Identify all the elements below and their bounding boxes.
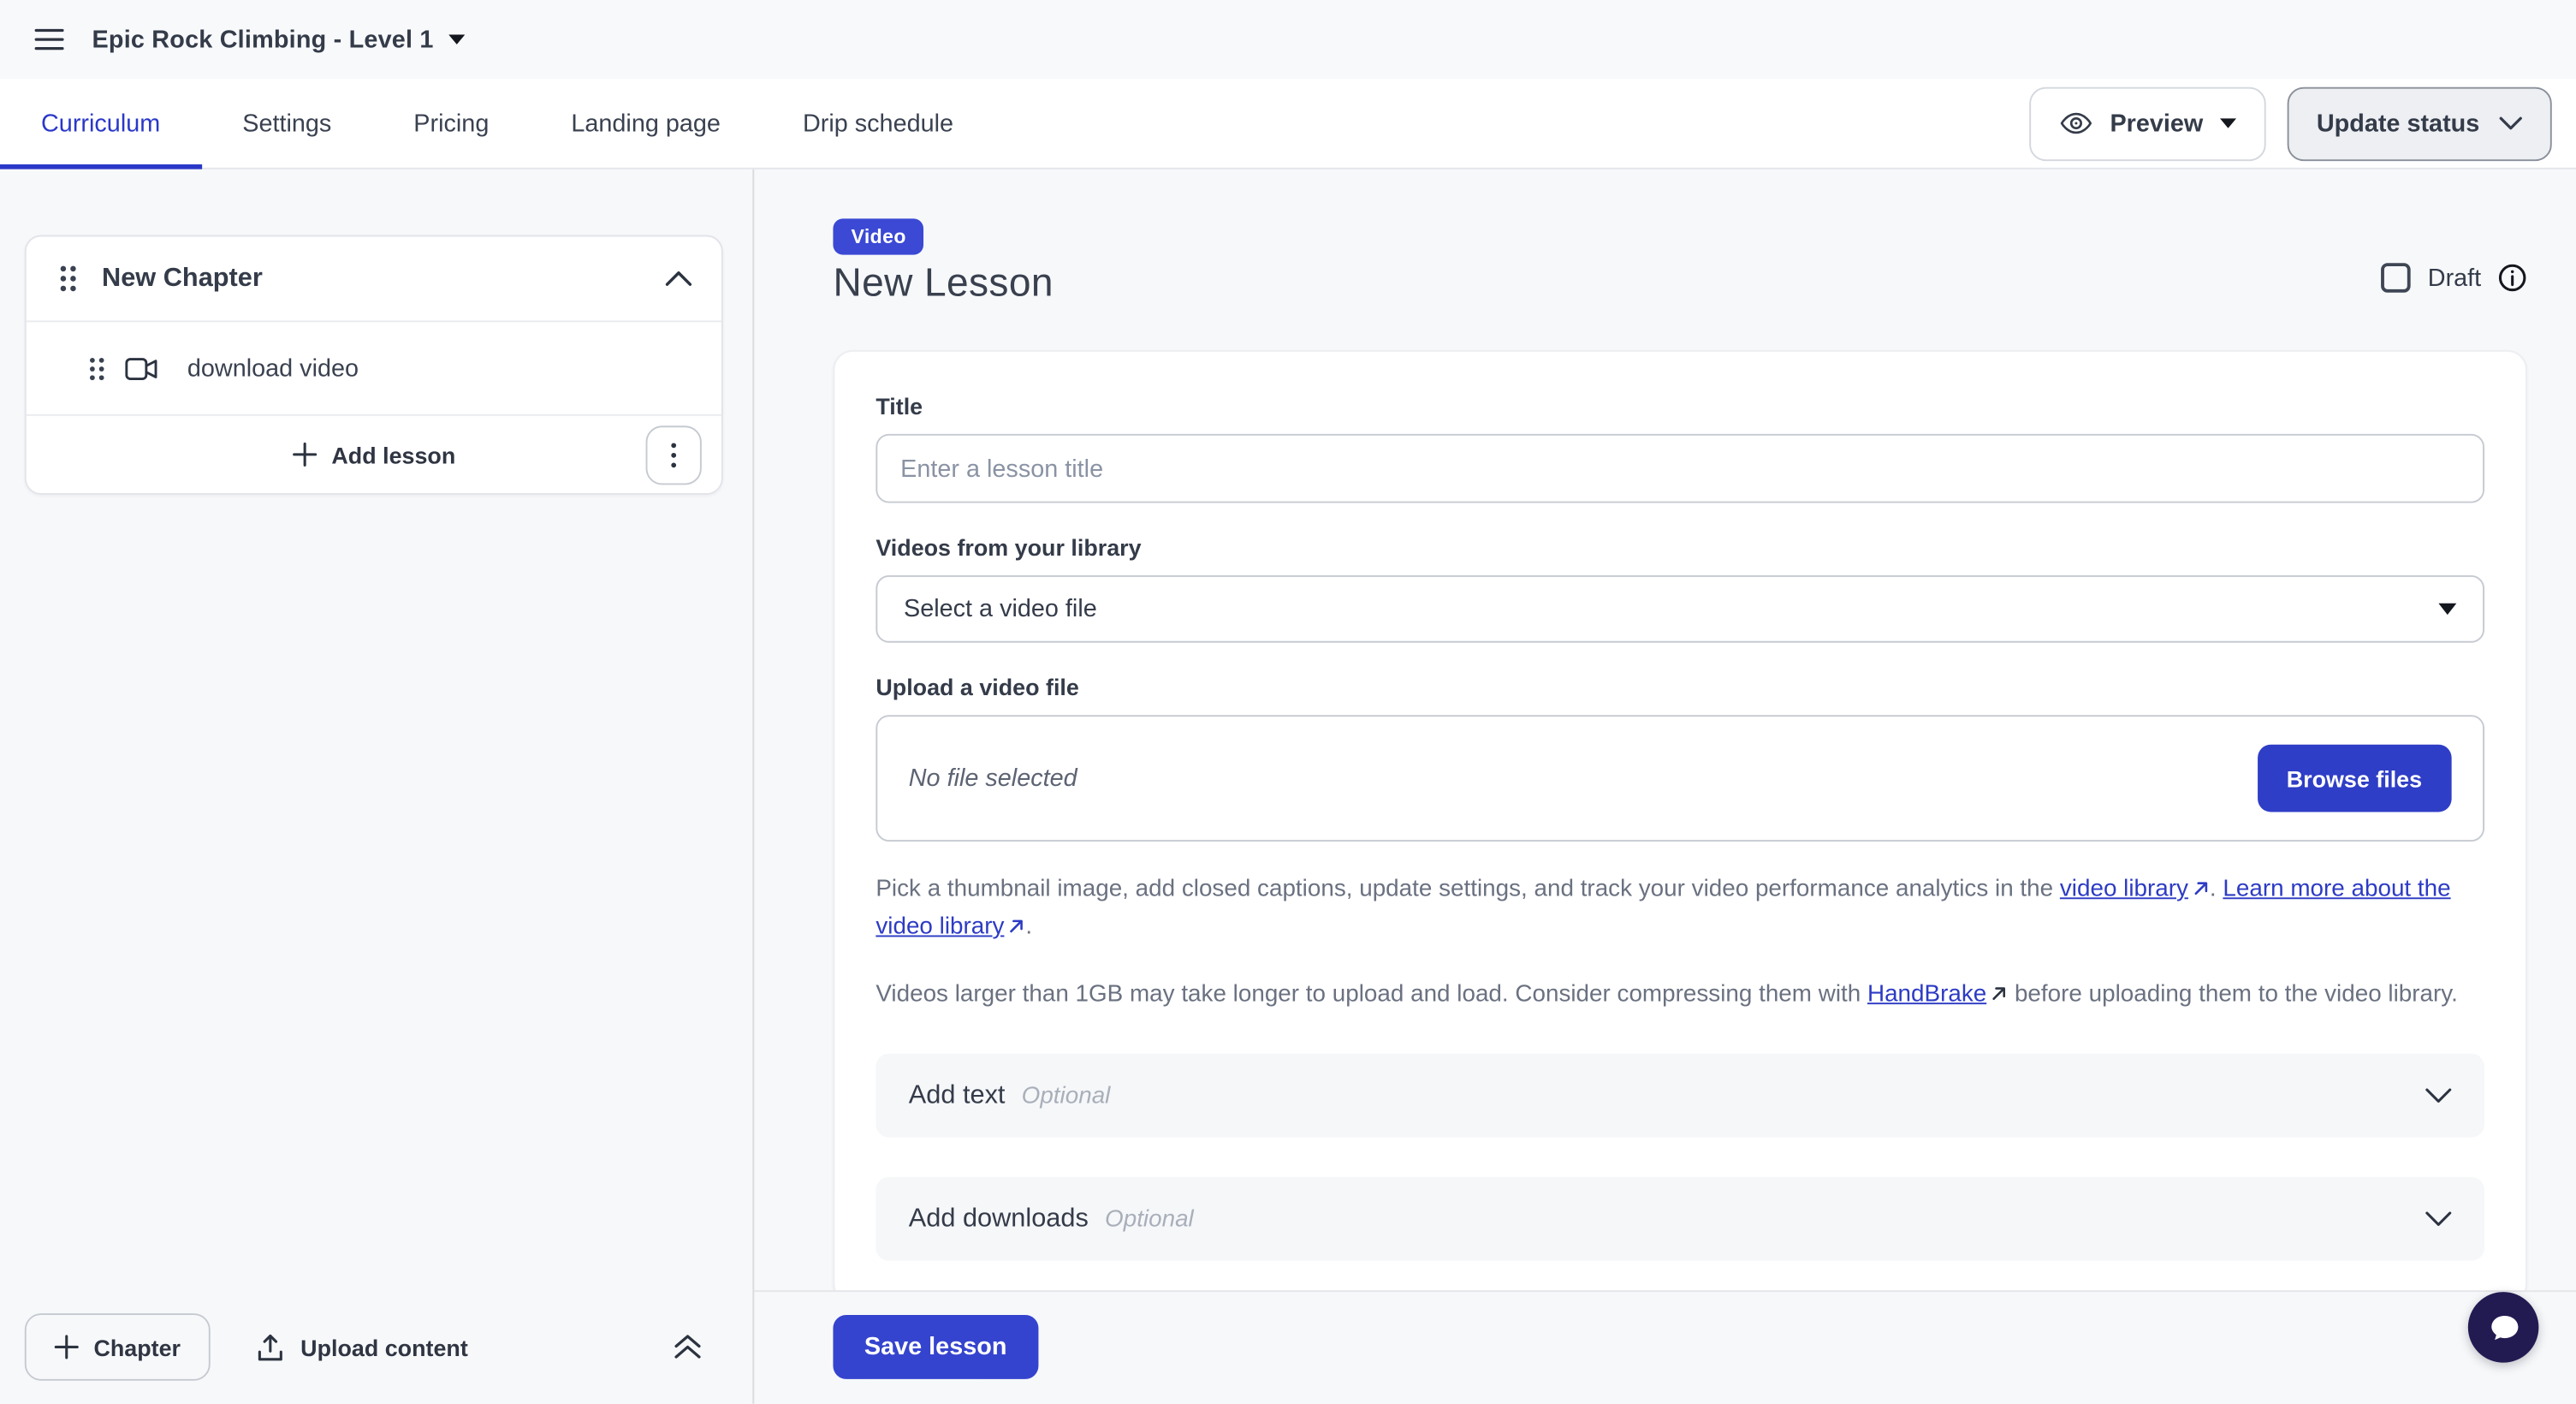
add-downloads-label: Add downloads: [909, 1204, 1089, 1234]
chat-widget-button[interactable]: [2468, 1292, 2539, 1363]
save-lesson-button[interactable]: Save lesson: [833, 1315, 1037, 1379]
drag-handle-icon[interactable]: [89, 356, 105, 381]
add-downloads-section[interactable]: Add downloads Optional: [875, 1177, 2484, 1261]
lesson-editor: Video New Lesson Draft Title: [754, 170, 2576, 1404]
caret-down-icon: [448, 34, 465, 45]
kebab-menu-icon: [670, 442, 677, 468]
chevron-down-icon: [2425, 1088, 2452, 1103]
eye-icon: [2059, 110, 2093, 137]
lesson-type-badge: Video: [833, 218, 923, 254]
video-library-help-text: Pick a thumbnail image, add closed capti…: [875, 872, 2484, 947]
chevron-down-icon: [2425, 1211, 2452, 1226]
top-bar: Epic Rock Climbing - Level 1: [0, 0, 2576, 79]
chevron-down-icon: [2499, 116, 2522, 129]
tab-bar: Curriculum Settings Pricing Landing page…: [0, 79, 2576, 170]
browse-files-button[interactable]: Browse files: [2257, 745, 2451, 812]
add-chapter-button[interactable]: Chapter: [25, 1313, 211, 1381]
editor-scroll-area: Video New Lesson Draft Title: [754, 170, 2576, 1290]
chat-bubble-icon: [2484, 1307, 2523, 1347]
chapter-options-button[interactable]: [646, 425, 702, 484]
save-bar: Save lesson: [754, 1290, 2576, 1403]
no-file-text: No file selected: [909, 764, 1077, 793]
plus-icon: [54, 1335, 79, 1359]
preview-button[interactable]: Preview: [2029, 86, 2265, 160]
drag-handle-icon[interactable]: [59, 265, 77, 293]
draft-checkbox[interactable]: [2382, 263, 2412, 293]
lesson-form-card: Title Videos from your library Select a …: [833, 350, 2527, 1290]
caret-down-icon: [2220, 118, 2236, 128]
tab-landing-page[interactable]: Landing page: [530, 79, 762, 168]
course-title: Epic Rock Climbing - Level 1: [92, 26, 434, 54]
upload-icon: [256, 1332, 284, 1362]
title-label: Title: [875, 393, 2484, 419]
optional-label: Optional: [1022, 1082, 1111, 1109]
video-camera-icon: [125, 356, 157, 381]
lesson-title-input[interactable]: [875, 434, 2484, 503]
external-link-icon: [1009, 919, 1024, 933]
update-status-button[interactable]: Update status: [2287, 86, 2551, 160]
add-text-section[interactable]: Add text Optional: [875, 1054, 2484, 1138]
tab-settings[interactable]: Settings: [201, 79, 372, 168]
optional-label: Optional: [1105, 1205, 1194, 1232]
upload-label: Upload a video file: [875, 674, 2484, 700]
info-icon[interactable]: [2497, 263, 2527, 293]
lesson-title: download video: [187, 354, 359, 383]
header-actions: Preview Update status: [2029, 79, 2576, 168]
add-lesson-row: Add lesson: [27, 414, 721, 493]
sidebar-footer: Chapter Upload content: [25, 1313, 728, 1381]
course-switcher[interactable]: Epic Rock Climbing - Level 1: [92, 26, 466, 54]
editor-header: Video New Lesson Draft: [833, 218, 2527, 307]
draft-label: Draft: [2428, 264, 2481, 292]
chapter-header[interactable]: New Chapter: [27, 236, 721, 320]
curriculum-sidebar: New Chapter download video: [0, 170, 754, 1404]
add-text-label: Add text: [909, 1080, 1006, 1110]
chapter-title: New Chapter: [102, 264, 263, 294]
tab-curriculum[interactable]: Curriculum: [0, 79, 201, 168]
upload-dropzone[interactable]: No file selected Browse files: [875, 715, 2484, 842]
tab-drip-schedule[interactable]: Drip schedule: [762, 79, 994, 168]
chapter-card: New Chapter download video: [25, 235, 723, 495]
video-library-select[interactable]: Select a video file: [875, 575, 2484, 643]
collapse-all-icon[interactable]: [674, 1335, 702, 1359]
handbrake-link[interactable]: HandBrake: [1867, 981, 1986, 1008]
app: Epic Rock Climbing - Level 1 Curriculum …: [0, 0, 2576, 1404]
content-row: New Chapter download video: [0, 170, 2576, 1404]
compression-help-text: Videos larger than 1GB may take longer t…: [875, 976, 2484, 1014]
page-title: New Lesson: [833, 261, 1053, 307]
lesson-item[interactable]: download video: [27, 320, 721, 413]
tab-pricing[interactable]: Pricing: [372, 79, 530, 168]
external-link-icon: [1991, 986, 2006, 1001]
plus-icon: [292, 442, 317, 467]
external-link-icon: [2193, 881, 2208, 895]
select-caret-icon: [2438, 604, 2456, 615]
add-lesson-button[interactable]: Add lesson: [292, 442, 455, 468]
draft-control: Draft: [2382, 263, 2527, 293]
library-label: Videos from your library: [875, 534, 2484, 561]
chevron-up-icon[interactable]: [666, 271, 692, 286]
upload-content-button[interactable]: Upload content: [256, 1332, 467, 1362]
hamburger-menu-icon[interactable]: [28, 18, 71, 61]
video-library-link[interactable]: video library: [2060, 876, 2210, 902]
